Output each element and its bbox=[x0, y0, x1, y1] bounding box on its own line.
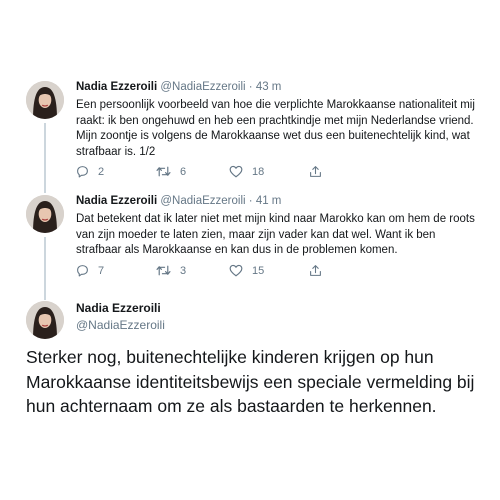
tweet-thread: Nadia Ezzeroili @NadiaEzzeroili · 43 m E… bbox=[0, 0, 500, 500]
retweet-icon bbox=[156, 265, 171, 276]
retweet-count: 3 bbox=[180, 264, 187, 277]
author-name[interactable]: Nadia Ezzeroili bbox=[76, 195, 157, 207]
reply-count: 2 bbox=[98, 165, 105, 178]
avatar[interactable] bbox=[26, 195, 64, 233]
retweet-icon bbox=[156, 166, 171, 177]
separator-dot: · bbox=[248, 81, 253, 93]
like-count: 15 bbox=[252, 264, 265, 277]
share-button[interactable] bbox=[309, 264, 322, 277]
author-name[interactable]: Nadia Ezzeroili bbox=[76, 81, 157, 93]
like-count: 18 bbox=[252, 165, 265, 178]
thread-connector bbox=[44, 123, 46, 193]
tweet-text: Dat betekent dat ik later niet met mijn … bbox=[76, 213, 475, 256]
like-button[interactable]: 18 bbox=[229, 165, 264, 178]
reply-button[interactable]: 2 bbox=[76, 165, 104, 178]
avatar[interactable] bbox=[26, 81, 64, 119]
separator-dot: · bbox=[248, 195, 253, 207]
thread-connector bbox=[44, 237, 46, 300]
tweet-text: Sterker nog, buitenechtelijke kinderen k… bbox=[26, 347, 475, 416]
share-button[interactable] bbox=[309, 165, 322, 178]
tweet-header: Nadia Ezzeroili @NadiaEzzeroili · 43 m bbox=[76, 81, 281, 93]
tweet-time[interactable]: 41 m bbox=[256, 195, 282, 207]
share-icon bbox=[310, 265, 321, 276]
tweet-header: Nadia Ezzeroili @NadiaEzzeroili bbox=[76, 301, 165, 332]
reply-button[interactable]: 7 bbox=[76, 264, 104, 277]
tweet-header: Nadia Ezzeroili @NadiaEzzeroili · 41 m bbox=[76, 195, 281, 207]
like-icon bbox=[229, 165, 243, 178]
author-handle[interactable]: @NadiaEzzeroili bbox=[76, 318, 165, 332]
tweet-text: Een persoonlijk voorbeeld van hoe die ve… bbox=[76, 99, 475, 158]
like-button[interactable]: 15 bbox=[229, 264, 264, 277]
reply-icon bbox=[77, 265, 88, 277]
author-handle[interactable]: @NadiaEzzeroili bbox=[160, 195, 245, 207]
reply-icon bbox=[77, 166, 88, 178]
reply-count: 7 bbox=[98, 264, 105, 277]
like-icon bbox=[229, 264, 243, 277]
tweet-time[interactable]: 43 m bbox=[256, 81, 282, 93]
retweet-button[interactable]: 6 bbox=[156, 165, 186, 178]
author-name[interactable]: Nadia Ezzeroili bbox=[76, 301, 165, 315]
retweet-count: 6 bbox=[180, 165, 187, 178]
share-icon bbox=[310, 166, 321, 177]
retweet-button[interactable]: 3 bbox=[156, 264, 186, 277]
avatar[interactable] bbox=[26, 301, 64, 339]
author-handle[interactable]: @NadiaEzzeroili bbox=[160, 81, 245, 93]
